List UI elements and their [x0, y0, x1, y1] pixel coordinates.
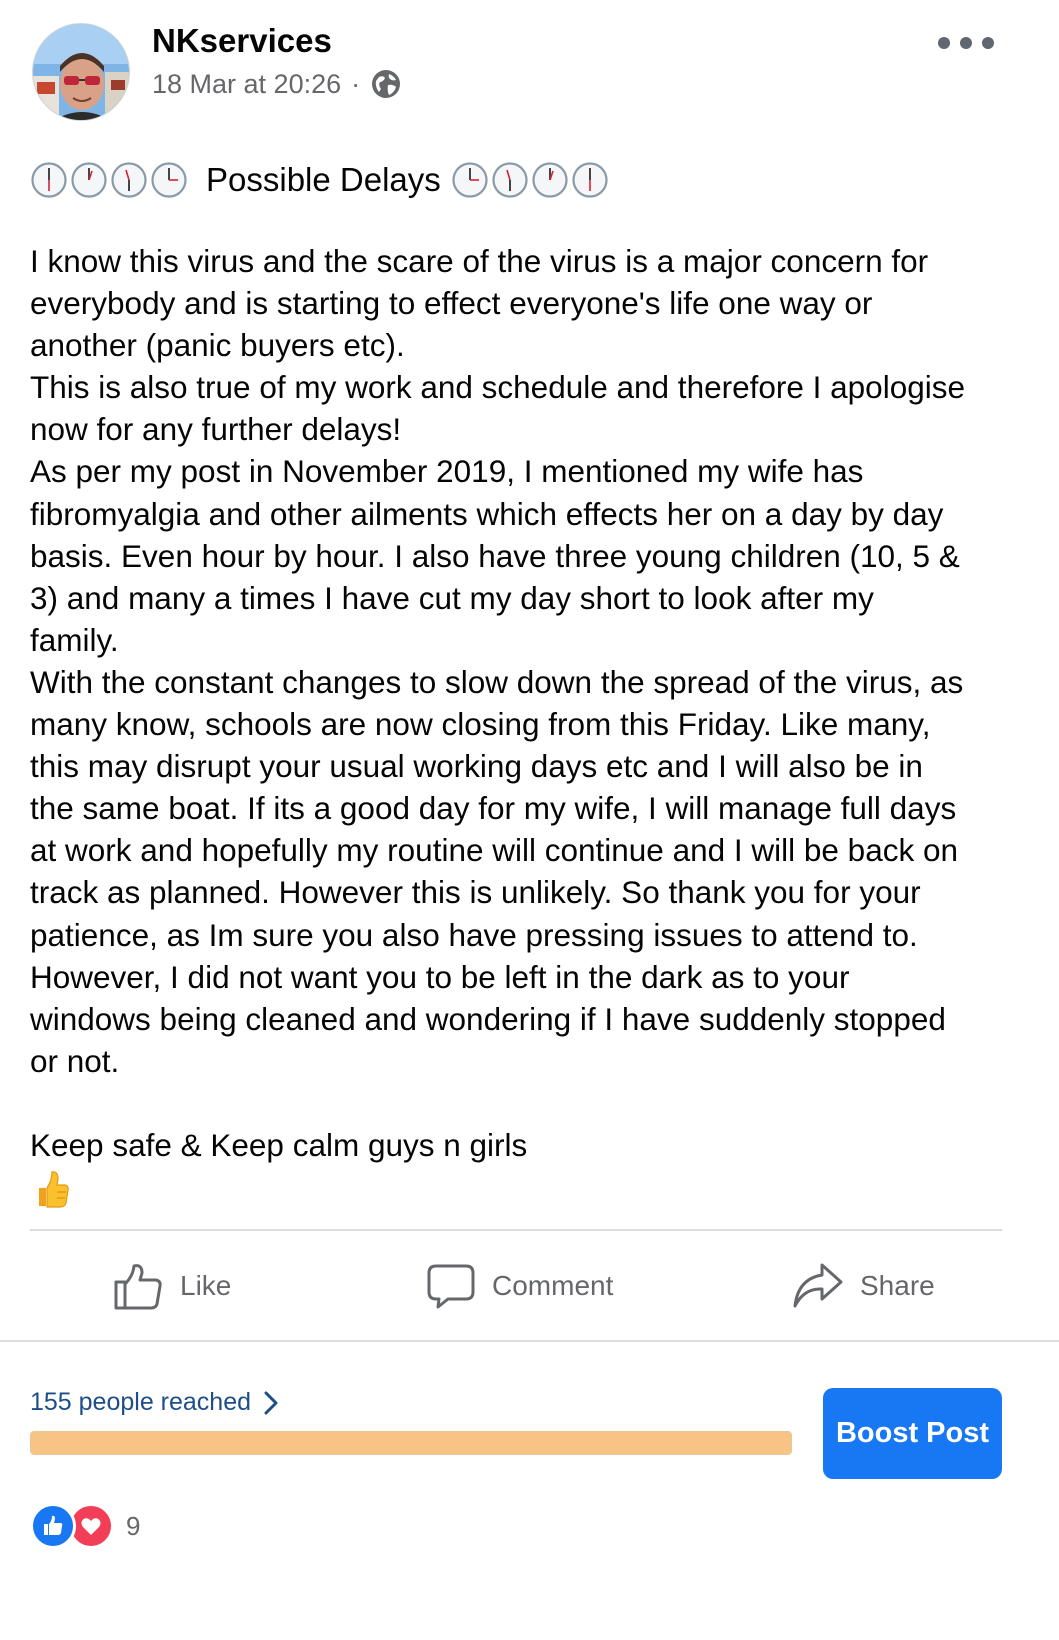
post-text-line: at work and hopefully my routine will co…	[30, 832, 959, 869]
clock-icons-left	[30, 161, 188, 199]
post-text-blank-line	[30, 1082, 1015, 1124]
reaction-count: 9	[126, 1510, 141, 1541]
clock-icon	[71, 162, 107, 198]
globe-icon[interactable]	[370, 68, 402, 100]
clock-icon	[572, 162, 608, 198]
more-dot-icon	[960, 37, 972, 49]
post-text-line: With the constant changes to slow down t…	[30, 663, 964, 700]
post-text-line: Keep safe & Keep calm guys n girls	[30, 1126, 528, 1163]
post-text-line: the same boat. If its a good day for my …	[30, 790, 957, 827]
boost-post-button[interactable]: Boost Post	[823, 1388, 1002, 1479]
post-text-line: or not.	[30, 1042, 120, 1079]
post-text-line: I know this virus and the scare of the v…	[30, 243, 929, 279]
post-title: Possible Delays	[206, 161, 441, 198]
post-text-line: 3) and many a times I have cut my day sh…	[30, 579, 874, 616]
clock-icons-right	[451, 161, 609, 199]
post-meta: 18 Mar at 20:26 ·	[152, 68, 402, 100]
like-icon	[114, 1264, 162, 1310]
post-text-line: family.	[30, 621, 119, 658]
meta-separator: ·	[351, 68, 361, 99]
clock-icon	[532, 162, 568, 198]
people-reached-label: 155 people reached	[30, 1388, 252, 1416]
post-text-line: basis. Even hour by hour. I also have th…	[30, 537, 960, 574]
post-header: NKservices 18 Mar at 20:26 ·	[0, 0, 1059, 130]
chevron-right-icon	[264, 1391, 278, 1414]
post-text-line: However, I did not want you to be left i…	[30, 958, 850, 995]
reactions-summary[interactable]: 9	[30, 1503, 140, 1549]
comment-icon	[427, 1264, 475, 1309]
like-reaction-icon	[30, 1503, 76, 1549]
post-text-line: many know, schools are now closing from …	[30, 706, 931, 743]
post-text-line: fibromyalgia and other ailments which ef…	[30, 495, 944, 532]
post-title-line: Possible Delays	[30, 156, 609, 204]
reach-progress-bar	[30, 1431, 792, 1455]
post-body: I know this virus and the scare of the v…	[30, 240, 1015, 1166]
post-text-line: This is also true of my work and schedul…	[30, 369, 966, 406]
post-text-line: windows being cleaned and wondering if I…	[30, 1000, 946, 1037]
more-dot-icon	[982, 37, 994, 49]
reach-progress-fill	[31, 1432, 791, 1454]
share-label: Share	[860, 1270, 935, 1301]
clock-icon	[111, 162, 147, 198]
more-options-button[interactable]	[938, 28, 994, 58]
clock-icon	[31, 162, 67, 198]
post-text-line: now for any further delays!	[30, 411, 402, 448]
post-actions-bar: Like Comment Share	[0, 1240, 1059, 1330]
post-text-line: another (panic buyers etc).	[30, 327, 405, 364]
clock-icon	[492, 162, 528, 198]
post-text-line: patience, as Im sure you also have press…	[30, 916, 918, 953]
like-button[interactable]: Like	[112, 1258, 231, 1314]
more-dot-icon	[938, 37, 950, 49]
actions-divider-top	[30, 1229, 1002, 1231]
thumbs-up-emoji-icon	[39, 1171, 69, 1208]
comment-button[interactable]: Comment	[426, 1258, 613, 1314]
post-text-line: track as planned. However this is unlike…	[30, 874, 921, 911]
share-icon	[793, 1263, 843, 1308]
actions-divider-bottom	[0, 1340, 1059, 1342]
post-timestamp[interactable]: 18 Mar at 20:26	[152, 69, 341, 100]
author-avatar[interactable]	[32, 23, 130, 121]
post-text-line: As per my post in November 2019, I menti…	[30, 453, 864, 490]
post-text-line: this may disrupt your usual working days…	[30, 748, 923, 785]
comment-label: Comment	[492, 1270, 614, 1301]
clock-icon	[452, 162, 488, 198]
clock-icon	[151, 162, 187, 198]
like-label: Like	[180, 1270, 232, 1301]
post-text-line: everybody and is starting to effect ever…	[30, 285, 873, 322]
people-reached-link[interactable]: 155 people reached	[30, 1388, 279, 1417]
author-name[interactable]: NKservices	[152, 22, 332, 60]
share-button[interactable]: Share	[792, 1258, 935, 1314]
